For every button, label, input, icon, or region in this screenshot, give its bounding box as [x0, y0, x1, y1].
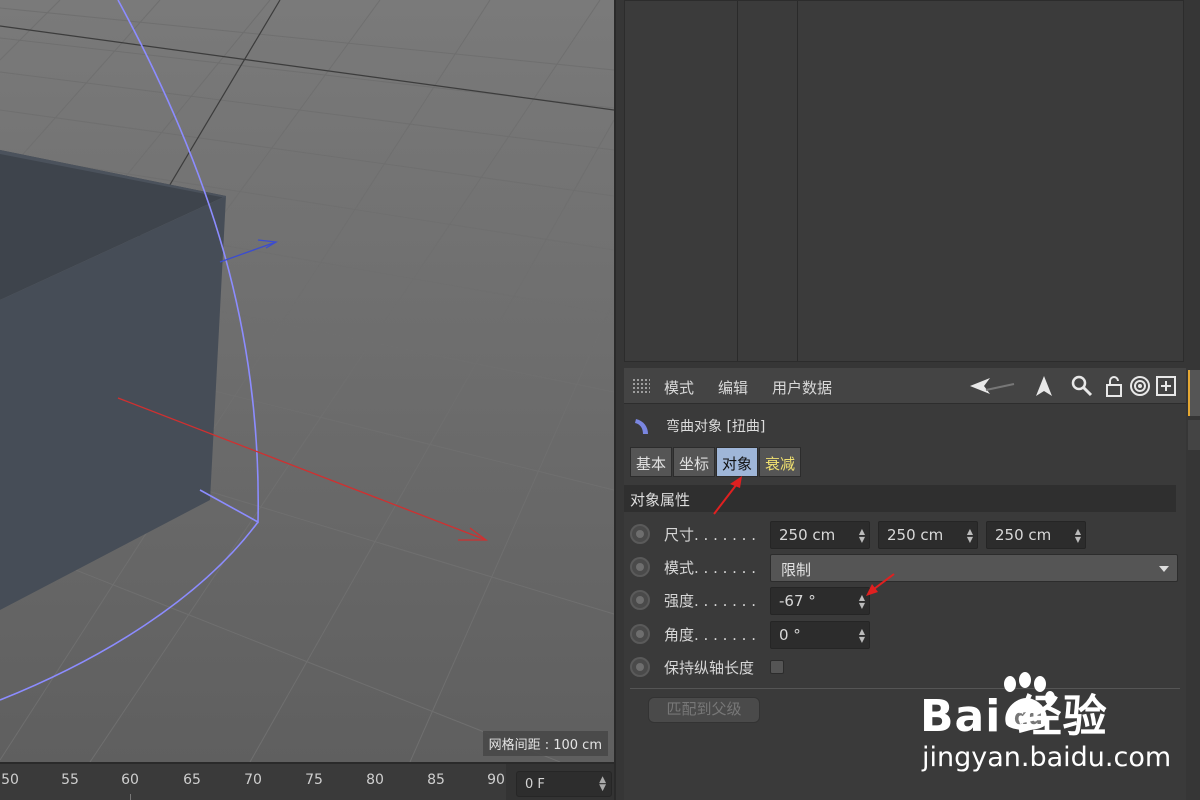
property-size: 尺寸. . . . . . . 250 cm ▲ ▼ 250 cm ▲ ▼ 250 … [624, 519, 1180, 549]
tick-label: 85 [427, 772, 445, 788]
field-value: 250 cm [995, 526, 1052, 544]
tick-label: 90 [487, 772, 505, 788]
menu-mode[interactable]: 模式 [664, 377, 694, 398]
property-label: 强度. . . . . . . [664, 592, 756, 610]
object-manager[interactable] [624, 0, 1184, 362]
side-tab-layers[interactable] [1188, 420, 1200, 450]
up-arrow-icon[interactable] [1032, 374, 1056, 398]
tick-label: 70 [244, 772, 262, 788]
field-value: 250 cm [779, 526, 836, 544]
tick-label: 75 [305, 772, 323, 788]
timeline-ruler[interactable]: 50 55 60 65 70 75 80 85 90 [0, 764, 506, 800]
field-value: 250 cm [887, 526, 944, 544]
playhead-marker [130, 794, 131, 800]
property-strength: 强度. . . . . . . -67 ° ▲ ▼ [624, 585, 1180, 615]
property-label: 模式. . . . . . . [664, 559, 756, 577]
back-arrow-icon[interactable] [968, 374, 1018, 398]
chevron-down-icon [1159, 566, 1169, 572]
new-panel-icon[interactable] [1154, 374, 1178, 398]
3d-viewport[interactable]: 网格间距 : 100 cm [0, 0, 614, 762]
grip-icon[interactable] [632, 378, 650, 394]
search-icon[interactable] [1070, 374, 1094, 398]
field-value: -67 ° [779, 592, 816, 610]
animation-radio[interactable] [630, 557, 650, 577]
menu-user-data[interactable]: 用户数据 [772, 377, 832, 398]
tab-coordinates[interactable]: 坐标 [673, 447, 716, 477]
logo-text: Bai 经验 [920, 691, 1108, 742]
tab-object[interactable]: 对象 [716, 447, 759, 477]
animation-radio[interactable] [630, 657, 650, 677]
tick-label: 65 [183, 772, 201, 788]
timeline[interactable]: 50 55 60 65 70 75 80 85 90 0 F ▲ ▼ [0, 762, 614, 800]
property-label: 角度. . . . . . . [664, 626, 756, 644]
property-label: 尺寸. . . . . . . [664, 526, 756, 544]
tick-label: 80 [366, 772, 384, 788]
tick-label: 50 [1, 772, 19, 788]
property-label: 保持纵轴长度 [664, 659, 755, 677]
section-title: 对象属性 [624, 485, 1176, 512]
mode-dropdown[interactable]: 限制 [770, 554, 1178, 582]
target-icon[interactable] [1128, 374, 1152, 398]
z-axis-line [219, 241, 277, 263]
stepper-arrows-icon[interactable]: ▲ ▼ [859, 528, 865, 544]
attribute-menubar: 模式 编辑 用户数据 [624, 368, 1186, 404]
animation-radio[interactable] [630, 624, 650, 644]
stepper-arrows-icon[interactable]: ▲ ▼ [859, 628, 865, 644]
tick-label: 55 [61, 772, 79, 788]
bend-deformer-icon [635, 419, 648, 434]
baidu-jingyan-watermark: du Bai 经验 jingyan.baidu.com [920, 672, 1190, 782]
tick-label: 60 [121, 772, 139, 788]
animation-radio[interactable] [630, 524, 650, 544]
annotation-arrow-tab [713, 476, 742, 515]
stepper-arrows-icon[interactable]: ▲ ▼ [1075, 528, 1081, 544]
attribute-tabs: 基本 坐标 对象 衰减 [630, 447, 802, 477]
keep-length-checkbox[interactable] [770, 660, 784, 674]
tab-basic[interactable]: 基本 [630, 447, 673, 477]
annotation-arrow-strength [866, 573, 895, 596]
match-parent-button[interactable]: 匹配到父级 [648, 697, 760, 723]
watermark-url: jingyan.baidu.com [922, 742, 1172, 773]
column-divider [797, 1, 798, 361]
size-y-field[interactable]: 250 cm ▲ ▼ [878, 521, 978, 549]
animation-radio[interactable] [630, 590, 650, 610]
side-tab-attributes[interactable] [1188, 370, 1200, 416]
stepper-arrows-icon[interactable]: ▲ ▼ [967, 528, 973, 544]
object-title: 弯曲对象 [扭曲] [666, 419, 766, 435]
side-tabs [1188, 370, 1200, 460]
current-frame-value: 0 F [525, 777, 545, 792]
stepper-arrows-icon[interactable]: ▲ ▼ [599, 776, 606, 793]
current-frame-field[interactable]: 0 F ▲ ▼ [516, 771, 612, 797]
strength-field[interactable]: -67 ° ▲ ▼ [770, 587, 870, 615]
dropdown-value: 限制 [781, 561, 812, 579]
grid-spacing-label: 网格间距 : 100 cm [482, 731, 608, 756]
scene-canvas[interactable] [0, 0, 614, 762]
field-value: 0 ° [779, 626, 801, 644]
column-divider [737, 1, 738, 361]
menu-edit[interactable]: 编辑 [718, 377, 748, 398]
size-x-field[interactable]: 250 cm ▲ ▼ [770, 521, 870, 549]
property-mode: 模式. . . . . . . 限制 [624, 552, 1180, 582]
property-angle: 角度. . . . . . . 0 ° ▲ ▼ [624, 619, 1180, 649]
size-z-field[interactable]: 250 cm ▲ ▼ [986, 521, 1086, 549]
lock-icon[interactable] [1102, 374, 1126, 398]
angle-field[interactable]: 0 ° ▲ ▼ [770, 621, 870, 649]
tab-falloff[interactable]: 衰减 [759, 447, 802, 477]
